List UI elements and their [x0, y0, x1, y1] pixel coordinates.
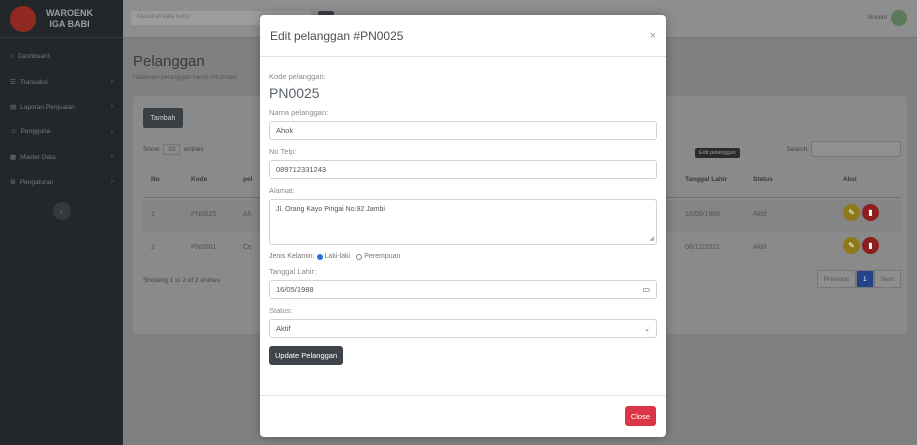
edit-customer-modal: Edit pelanggan #PN0025 × Kode pelanggan:…: [260, 15, 666, 437]
modal-footer: Close: [260, 395, 666, 437]
alamat-field[interactable]: Jl. Orang Kayo Pingai No.92 Jambi ◢: [269, 199, 657, 245]
resize-handle-icon[interactable]: ◢: [649, 235, 654, 242]
user-menu[interactable]: Vincent: [867, 10, 907, 26]
kode-value: PN0025: [269, 85, 320, 101]
col-tanggal-lahir[interactable]: Tanggal Lahir: [685, 176, 727, 183]
add-button[interactable]: Tambah: [143, 108, 183, 128]
alamat-label: Alamat:: [269, 186, 295, 195]
close-button[interactable]: Close: [624, 406, 656, 426]
pagination: Previous 1 Next: [816, 270, 901, 288]
tanggal-label: Tanggal Lahir:: [269, 267, 317, 276]
col-status[interactable]: Status: [753, 176, 773, 183]
calendar-icon[interactable]: ▭: [642, 285, 650, 294]
update-customer-button[interactable]: Update Pelanggan: [269, 346, 344, 365]
pagination-next[interactable]: Next: [873, 270, 901, 288]
close-icon[interactable]: ×: [650, 30, 656, 42]
trash-icon[interactable]: ▮: [862, 204, 879, 221]
radio-laki-laki[interactable]: [316, 253, 323, 260]
user-name: Vincent: [867, 15, 887, 21]
trash-icon[interactable]: ▮: [862, 237, 879, 254]
edit-icon[interactable]: ✎: [843, 204, 860, 221]
tooltip: Edit pelanggan: [695, 148, 740, 158]
modal-header: Edit pelanggan #PN0025 ×: [260, 15, 666, 57]
telp-label: No Telp:: [269, 147, 297, 156]
col-kode[interactable]: Kode: [191, 176, 207, 183]
col-nama[interactable]: pel: [243, 176, 252, 183]
page-title: Pelanggan: [133, 53, 205, 70]
radio-perempuan-label[interactable]: Perempuan: [364, 253, 400, 260]
page-subtitle: Halaman pelanggan berisi informasi: [133, 74, 237, 81]
tanggal-field[interactable]: 16/05/1988 ▭: [269, 280, 657, 299]
edit-icon[interactable]: ✎: [843, 237, 860, 254]
table-info: Showing 1 to 2 of 2 entries: [143, 277, 220, 284]
table-search-label: Search:: [786, 146, 809, 153]
entries-select[interactable]: 10: [163, 144, 181, 155]
nama-field[interactable]: Ahok: [269, 121, 657, 140]
telp-field[interactable]: 089712331243: [269, 160, 657, 179]
chevron-down-icon: ⌄: [644, 325, 650, 333]
kode-label: Kode pelanggan:: [269, 72, 326, 81]
pagination-previous[interactable]: Previous: [816, 270, 856, 288]
sidebar: WAROENK IGA BABI ⌂ Dashboard ☰ Transaksi › …: [0, 0, 123, 445]
pagination-page[interactable]: 1: [856, 270, 874, 288]
modal-title: Edit pelanggan #PN0025: [270, 28, 404, 43]
entries-length: Show 10 entries: [143, 144, 204, 155]
modal-body: Kode pelanggan: PN0025 Nama pelanggan: A…: [260, 57, 666, 373]
gender-group: Jenis Kelamin: Laki-laki Perempuan: [269, 253, 657, 260]
gender-label: Jenis Kelamin:: [269, 253, 315, 260]
radio-perempuan[interactable]: [356, 253, 363, 260]
status-select[interactable]: Aktif ⌄: [269, 319, 657, 338]
table-search-input[interactable]: [811, 141, 901, 157]
status-label: Status:: [269, 306, 293, 315]
backdrop-overlay: [0, 0, 123, 445]
nama-label: Nama pelanggan:: [269, 108, 329, 117]
col-no[interactable]: No: [151, 176, 160, 183]
radio-laki-laki-label[interactable]: Laki-laki: [325, 253, 351, 260]
avatar: [891, 10, 907, 26]
col-aksi[interactable]: Aksi: [843, 176, 857, 183]
